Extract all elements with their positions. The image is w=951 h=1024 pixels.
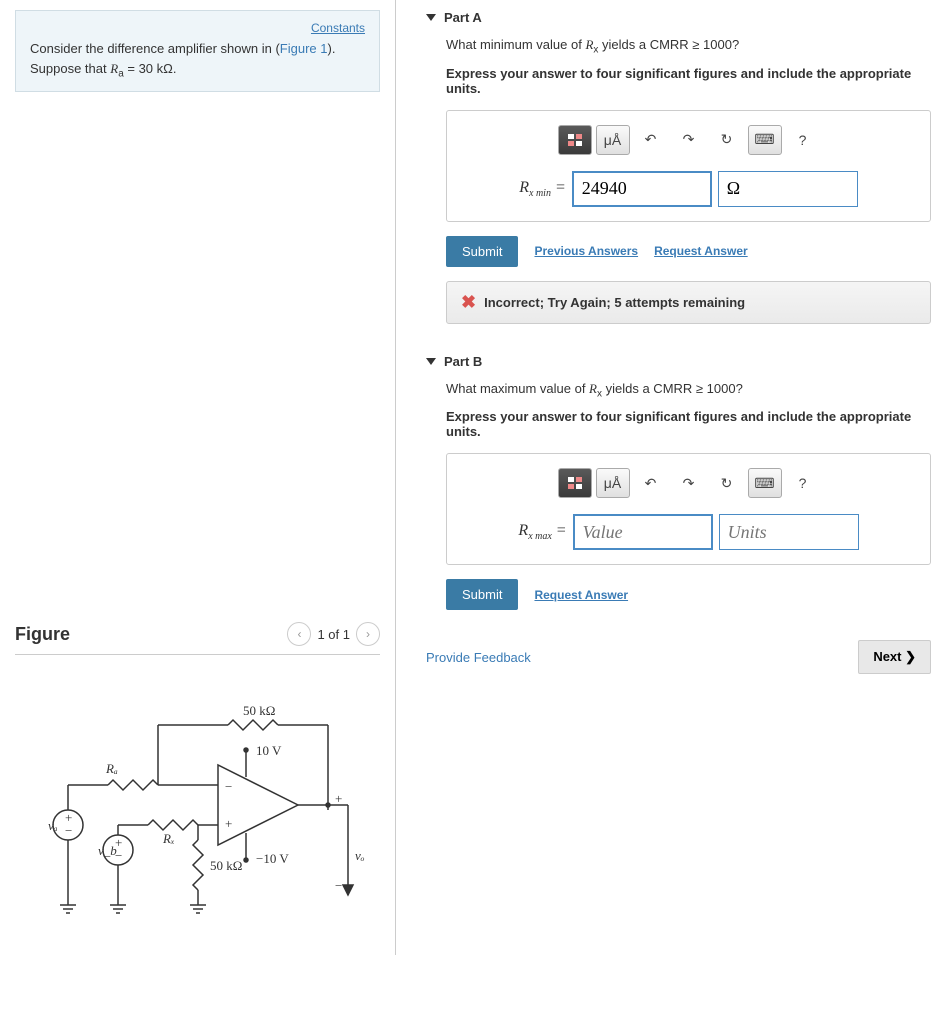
help-button[interactable]: ?: [786, 468, 820, 498]
figure-header: Figure ‹ 1 of 1 ›: [15, 622, 380, 655]
constants-link[interactable]: Constants: [311, 21, 365, 35]
svg-text:−: −: [65, 823, 72, 838]
problem-line1b: ).: [327, 41, 335, 56]
part-a-answer-box: μÅ ↶ ↷ ↻ ⌨ ? Rx min =: [446, 110, 931, 222]
problem-var: R: [110, 61, 118, 76]
problem-line1a: Consider the difference amplifier shown …: [30, 41, 280, 56]
svg-text:50 kΩ: 50 kΩ: [243, 703, 275, 718]
footer-row: Provide Feedback Next ❯: [426, 640, 931, 674]
svg-text:10 V: 10 V: [256, 743, 282, 758]
next-button[interactable]: Next ❯: [858, 640, 931, 674]
svg-text:−10 V: −10 V: [256, 851, 289, 866]
part-a-toolbar: μÅ ↶ ↷ ↻ ⌨ ?: [461, 125, 916, 155]
svg-text:vₐ: vₐ: [48, 818, 58, 833]
units-button[interactable]: μÅ: [596, 125, 630, 155]
undo-button[interactable]: ↶: [634, 468, 668, 498]
svg-text:−: −: [335, 878, 342, 893]
part-a-input-row: Rx min =: [461, 171, 916, 207]
help-button[interactable]: ?: [786, 125, 820, 155]
part-a-units-input[interactable]: [718, 171, 858, 207]
part-a-feedback-box: ✖ Incorrect; Try Again; 5 attempts remai…: [446, 281, 931, 324]
collapse-icon: [426, 14, 436, 21]
figure-next-button[interactable]: ›: [356, 622, 380, 646]
figure-title: Figure: [15, 624, 70, 645]
reset-button[interactable]: ↻: [710, 468, 744, 498]
part-b-title: Part B: [444, 354, 482, 369]
keyboard-icon[interactable]: ⌨: [748, 468, 782, 498]
circuit-diagram: 50 kΩ Rₐ Rₓ 50 kΩ 10 V −10 V vₐ v_b vₒ −…: [15, 675, 380, 945]
part-b-input-row: Rx max =: [461, 514, 916, 550]
part-a-value-input[interactable]: [572, 171, 712, 207]
part-b-header[interactable]: Part B: [426, 354, 931, 369]
svg-text:Rₐ: Rₐ: [105, 761, 118, 776]
part-a-instruction: Express your answer to four significant …: [446, 66, 931, 96]
part-b-submit-row: Submit Request Answer: [446, 579, 931, 610]
redo-button[interactable]: ↷: [672, 125, 706, 155]
reset-button[interactable]: ↻: [710, 125, 744, 155]
problem-statement-box: Constants Consider the difference amplif…: [15, 10, 380, 92]
right-panel: Part A What minimum value of Rx yields a…: [395, 0, 951, 955]
feedback-text: Incorrect; Try Again; 5 attempts remaini…: [484, 295, 745, 310]
template-icon[interactable]: [558, 125, 592, 155]
figure-page-indicator: 1 of 1: [317, 627, 350, 642]
svg-text:+: +: [335, 791, 342, 806]
part-a-submit-button[interactable]: Submit: [446, 236, 518, 267]
left-panel: Constants Consider the difference amplif…: [0, 0, 395, 955]
svg-text:+: +: [225, 816, 232, 831]
svg-text:Rₓ: Rₓ: [162, 831, 175, 846]
part-a-question: What minimum value of Rx yields a CMRR ≥…: [446, 37, 931, 56]
provide-feedback-link[interactable]: Provide Feedback: [426, 650, 531, 665]
incorrect-icon: ✖: [461, 292, 476, 313]
part-b-submit-button[interactable]: Submit: [446, 579, 518, 610]
problem-eq: = 30 kΩ.: [124, 61, 177, 76]
collapse-icon: [426, 358, 436, 365]
part-b-units-input[interactable]: [719, 514, 859, 550]
part-b-toolbar: μÅ ↶ ↷ ↻ ⌨ ?: [461, 468, 916, 498]
part-a-submit-row: Submit Previous Answers Request Answer: [446, 236, 931, 267]
part-a-title: Part A: [444, 10, 482, 25]
part-a-request-answer-link[interactable]: Request Answer: [654, 244, 748, 258]
keyboard-icon[interactable]: ⌨: [748, 125, 782, 155]
units-button[interactable]: μÅ: [596, 468, 630, 498]
svg-text:−: −: [115, 848, 122, 863]
part-a-var-label: Rx min =: [519, 179, 566, 199]
part-b-question: What maximum value of Rx yields a CMRR ≥…: [446, 381, 931, 400]
part-a-header[interactable]: Part A: [426, 10, 931, 25]
figure-nav: ‹ 1 of 1 ›: [287, 622, 380, 646]
part-b-instruction: Express your answer to four significant …: [446, 409, 931, 439]
template-icon[interactable]: [558, 468, 592, 498]
figure-prev-button[interactable]: ‹: [287, 622, 311, 646]
figure-section: Figure ‹ 1 of 1 ›: [15, 622, 380, 945]
svg-text:50 kΩ: 50 kΩ: [210, 858, 242, 873]
svg-text:−: −: [225, 779, 232, 794]
problem-line2a: Suppose that: [30, 61, 110, 76]
previous-answers-link[interactable]: Previous Answers: [534, 244, 638, 258]
undo-button[interactable]: ↶: [634, 125, 668, 155]
svg-text:vₒ: vₒ: [355, 848, 365, 863]
part-b-value-input[interactable]: [573, 514, 713, 550]
redo-button[interactable]: ↷: [672, 468, 706, 498]
part-b-request-answer-link[interactable]: Request Answer: [534, 588, 628, 602]
part-b-var-label: Rx max =: [518, 522, 566, 542]
problem-text: Consider the difference amplifier shown …: [30, 39, 365, 81]
part-b-answer-box: μÅ ↶ ↷ ↻ ⌨ ? Rx max =: [446, 453, 931, 565]
figure-1-link[interactable]: Figure 1: [280, 41, 328, 56]
